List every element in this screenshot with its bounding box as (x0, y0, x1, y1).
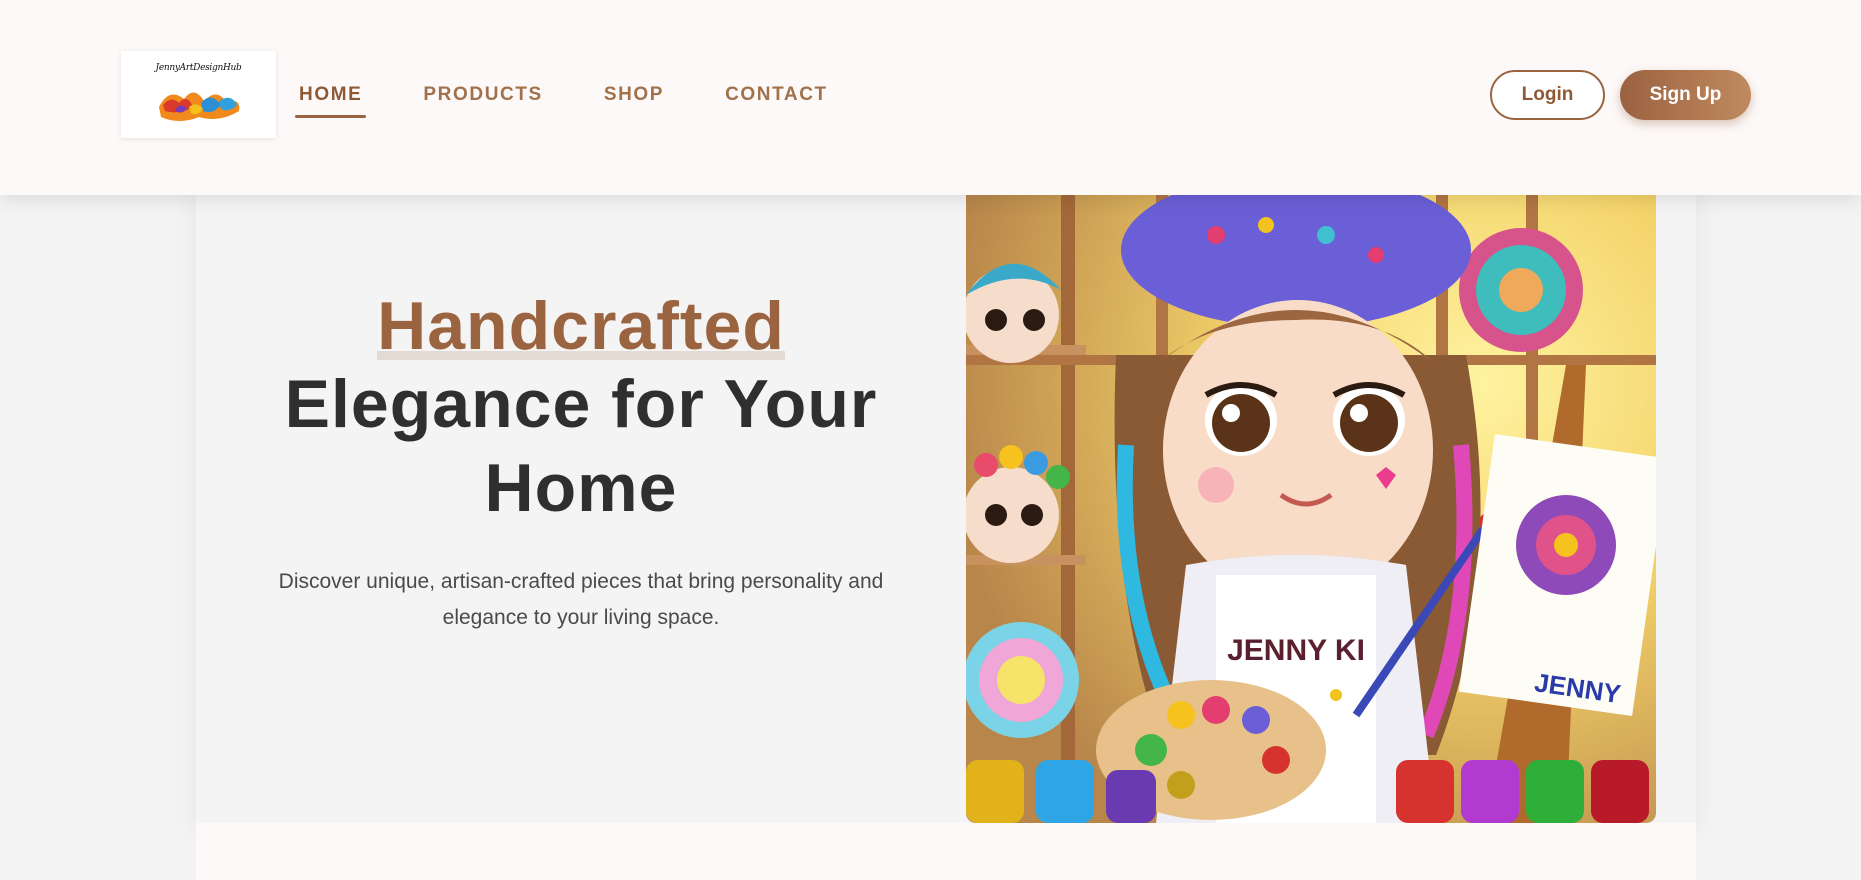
hero-title-accent: Handcrafted (377, 288, 785, 364)
apron-text: JENNY KI (1227, 634, 1365, 667)
hero-text-block: Handcrafted Elegance for Your Home Disco… (225, 290, 937, 636)
nav-contact[interactable]: CONTACT (721, 82, 832, 118)
hero-title: Handcrafted Elegance for Your Home (225, 290, 937, 530)
hero-illustration: JENNY KI JENNY (966, 195, 1656, 823)
main-nav: HOME PRODUCTS SHOP CONTACT (295, 82, 885, 118)
site-header: JennyArtDesignHub HOME PRODUCTS SHOP CON… (0, 0, 1861, 195)
nav-products[interactable]: PRODUCTS (419, 82, 546, 118)
brand-logo[interactable]: JennyArtDesignHub (121, 51, 276, 138)
nav-home[interactable]: HOME (295, 82, 367, 118)
nav-shop[interactable]: SHOP (600, 82, 668, 118)
next-section-top (196, 823, 1696, 880)
artist-girl-illustration: JENNY KI JENNY (966, 195, 1656, 823)
logo-wordmark: JennyArtDesignHub (155, 62, 242, 73)
hero-title-line-3: Home (484, 450, 678, 526)
hero-subtitle: Discover unique, artisan-crafted pieces … (278, 570, 884, 629)
hero-title-line-2: Elegance for Your (284, 366, 878, 442)
signup-button[interactable]: Sign Up (1620, 70, 1751, 120)
paint-splash-icon (158, 91, 239, 121)
login-button[interactable]: Login (1490, 70, 1605, 120)
